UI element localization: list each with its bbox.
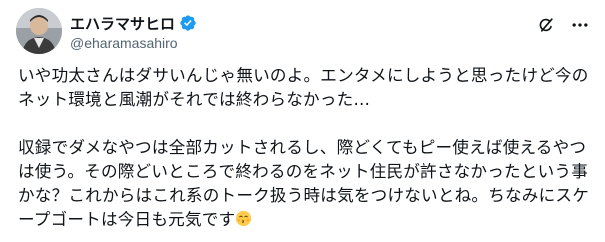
display-name[interactable]: エハラマサヒロ: [70, 13, 175, 34]
display-name-row: エハラマサヒロ: [70, 12, 197, 34]
tweet-paragraph-2: 収録でダメなやつは全部カットされるし、際どくてもピー使えば使えるやつは使う。その…: [18, 136, 593, 232]
kissing-face-emoji-icon: [235, 210, 252, 227]
avatar[interactable]: [16, 8, 62, 54]
grok-icon[interactable]: [535, 14, 557, 36]
tweet-paragraph-2-text: 収録でダメなやつは全部カットされるし、際どくてもピー使えば使えるやつは使う。その…: [18, 138, 589, 229]
tweet-header: エハラマサヒロ @eharamasahiro: [16, 6, 591, 54]
more-icon[interactable]: [569, 14, 591, 36]
verified-badge-icon: [179, 14, 197, 32]
handle[interactable]: @eharamasahiro: [70, 35, 197, 51]
author-names: エハラマサヒロ @eharamasahiro: [70, 12, 197, 51]
tweet-text: いや功太さんはダサいんじゃ無いのよ。エンタメにしようと思ったけど今のネット環境と…: [18, 64, 593, 232]
tweet-paragraph-1: いや功太さんはダサいんじゃ無いのよ。エンタメにしようと思ったけど今のネット環境と…: [18, 66, 589, 109]
tweet-actions: [535, 14, 591, 36]
